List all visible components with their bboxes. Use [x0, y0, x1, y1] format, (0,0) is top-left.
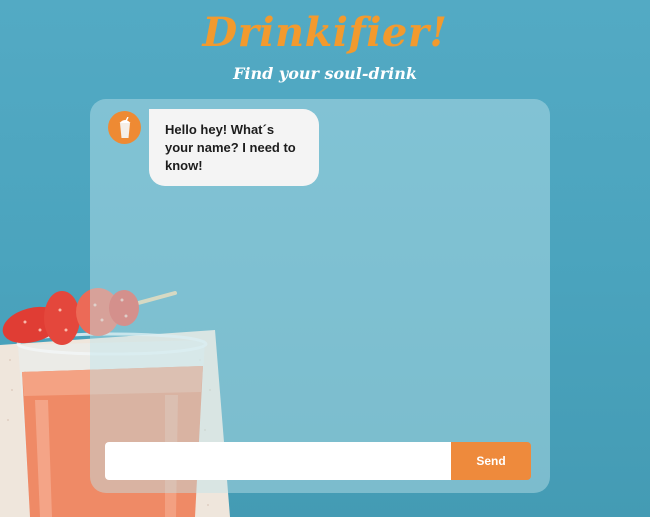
milkshake-icon — [119, 116, 130, 138]
app-title: Drinkifier! — [202, 9, 448, 56]
message-input[interactable] — [105, 442, 451, 480]
app-subtitle: Find your soul-drink — [233, 64, 417, 83]
send-button[interactable]: Send — [451, 442, 531, 480]
bot-avatar — [108, 111, 141, 144]
bot-message-bubble: Hello hey! What´s your name? I need to k… — [149, 109, 319, 186]
message-composer: Send — [105, 442, 531, 480]
